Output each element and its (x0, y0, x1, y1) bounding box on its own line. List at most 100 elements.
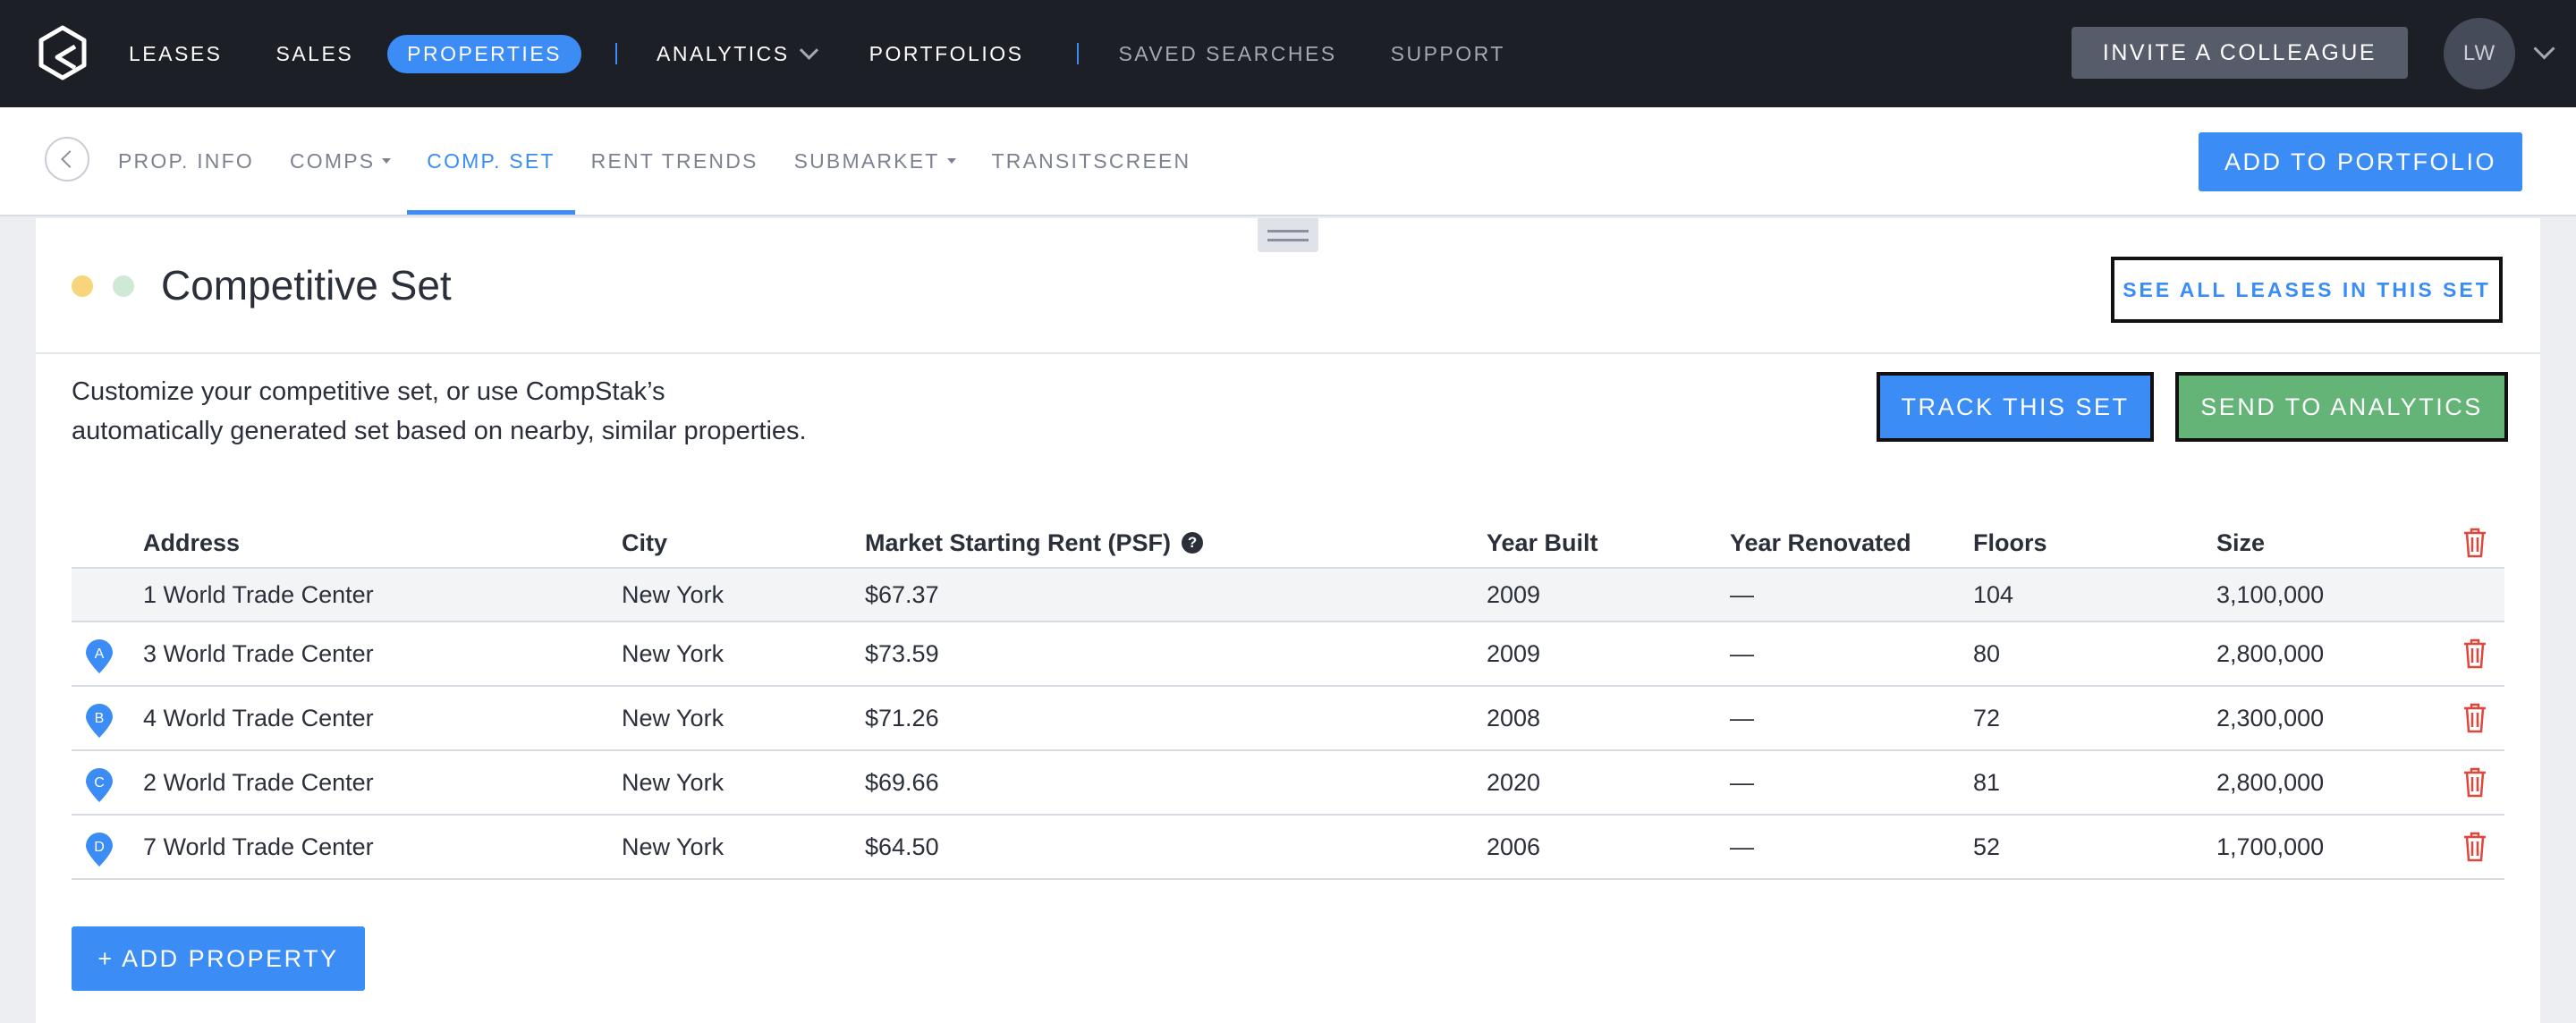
pin-letter: B (95, 711, 105, 726)
cell-year-renovated: — (1730, 580, 1754, 608)
map-pin-icon: C (86, 768, 113, 802)
back-button[interactable] (45, 137, 89, 182)
cell-year-renovated: — (1730, 833, 1754, 860)
cell-city: New York (622, 833, 724, 860)
cell-year-built: 2009 (1487, 580, 1541, 608)
add-to-portfolio-button[interactable]: ADD TO PORTFOLIO (2199, 132, 2522, 191)
delete-row-icon[interactable] (2462, 622, 2488, 685)
tab-comp-set[interactable]: COMP. SET (407, 107, 576, 215)
table-row[interactable]: D 7 World Trade Center New York $64.50 2… (72, 816, 2504, 880)
nav-sales[interactable]: SALES (276, 42, 354, 66)
chevron-down-icon[interactable] (2533, 38, 2555, 60)
column-header-city[interactable]: City (622, 519, 667, 567)
column-header-floors[interactable]: Floors (1973, 519, 2047, 567)
cell-rent: $69.66 (865, 768, 939, 796)
cell-address[interactable]: 4 World Trade Center (143, 687, 374, 749)
invite-colleague-button[interactable]: INVITE A COLLEAGUE (2072, 27, 2408, 79)
tab-prop-info[interactable]: PROP. INFO (118, 107, 254, 215)
table-row-subject[interactable]: 1 World Trade Center New York $67.37 200… (72, 569, 2504, 622)
nav-properties[interactable]: PROPERTIES (387, 34, 581, 73)
window-dots (72, 275, 134, 297)
track-set-button[interactable]: TRACK THIS SET (1877, 372, 2154, 442)
cell-rent: $67.37 (865, 580, 939, 608)
see-all-leases-button[interactable]: SEE ALL LEASES IN THIS SET (2111, 257, 2503, 323)
cell-size: 2,300,000 (2216, 704, 2325, 731)
help-icon[interactable]: ? (1182, 532, 1204, 554)
avatar[interactable]: LW (2444, 18, 2515, 89)
top-navbar: LEASES SALES PROPERTIES ANALYTICS PORTFO… (0, 0, 2576, 107)
nav-saved-searches[interactable]: SAVED SEARCHES (1118, 42, 1336, 66)
table-row[interactable]: B 4 World Trade Center New York $71.26 2… (72, 687, 2504, 751)
nav-portfolios[interactable]: PORTFOLIOS (869, 42, 1024, 66)
chevron-left-icon (61, 150, 79, 168)
tab-transitscreen[interactable]: TRANSITSCREEN (992, 107, 1191, 215)
cell-floors: 80 (1973, 639, 2001, 667)
delete-row-icon[interactable] (2462, 751, 2488, 814)
delete-row-icon[interactable] (2462, 687, 2488, 749)
cell-address[interactable]: 2 World Trade Center (143, 751, 374, 814)
tab-submarket[interactable]: SUBMARKET (794, 107, 956, 215)
cell-city: New York (622, 704, 724, 731)
cell-rent: $64.50 (865, 833, 939, 860)
cell-year-built: 2020 (1487, 768, 1541, 796)
description-line: Customize your competitive set, or use C… (72, 377, 665, 406)
cell-address[interactable]: 1 World Trade Center (143, 569, 374, 621)
nav-analytics-label: ANALYTICS (657, 41, 790, 65)
delete-all-icon[interactable] (2462, 519, 2488, 567)
column-header-size[interactable]: Size (2216, 519, 2265, 567)
table-row[interactable]: A 3 World Trade Center New York $73.59 2… (72, 622, 2504, 687)
cell-rent: $73.59 (865, 639, 939, 667)
cell-floors: 81 (1973, 768, 2001, 796)
table-header: Address City Market Starting Rent (PSF) … (72, 519, 2504, 569)
map-pin-icon: A (86, 639, 113, 673)
cell-size: 3,100,000 (2216, 580, 2325, 608)
drag-handle-icon[interactable] (1258, 218, 1318, 252)
caret-down-icon (382, 158, 392, 164)
cell-city: New York (622, 580, 724, 608)
comp-set-table: Address City Market Starting Rent (PSF) … (72, 519, 2504, 880)
map-pin-icon: D (86, 833, 113, 867)
column-header-year-renovated[interactable]: Year Renovated (1730, 519, 1911, 567)
cell-year-renovated: — (1730, 704, 1754, 731)
caret-down-icon (946, 158, 956, 164)
cell-address[interactable]: 3 World Trade Center (143, 622, 374, 685)
cell-year-built: 2006 (1487, 833, 1541, 860)
nav-separator (1077, 43, 1080, 64)
page-title: Competitive Set (161, 262, 452, 309)
pin-letter: A (95, 647, 105, 662)
add-property-button[interactable]: + ADD PROPERTY (72, 926, 365, 991)
cell-size: 2,800,000 (2216, 768, 2325, 796)
tab-comps[interactable]: COMPS (290, 107, 392, 215)
cell-address[interactable]: 7 World Trade Center (143, 816, 374, 878)
column-header-year-built[interactable]: Year Built (1487, 519, 1598, 567)
nav-support[interactable]: SUPPORT (1391, 42, 1505, 66)
cell-city: New York (622, 639, 724, 667)
compstak-logo-icon[interactable] (36, 25, 89, 80)
nav-analytics[interactable]: ANALYTICS (657, 40, 818, 66)
chevron-down-icon (799, 40, 818, 60)
green-dot (113, 275, 134, 297)
cell-year-built: 2008 (1487, 704, 1541, 731)
pin-letter: D (94, 840, 105, 855)
divider (36, 352, 2540, 354)
cell-year-built: 2009 (1487, 639, 1541, 667)
column-header-rent-label: Market Starting Rent (PSF) (865, 528, 1172, 556)
column-header-rent[interactable]: Market Starting Rent (PSF) ? (865, 519, 1204, 567)
tab-rent-trends[interactable]: RENT TRENDS (591, 107, 758, 215)
cell-year-renovated: — (1730, 768, 1754, 796)
yellow-dot (72, 275, 93, 297)
table-row[interactable]: C 2 World Trade Center New York $69.66 2… (72, 751, 2504, 816)
send-to-analytics-button[interactable]: SEND TO ANALYTICS (2175, 372, 2508, 442)
cell-year-renovated: — (1730, 639, 1754, 667)
column-header-address[interactable]: Address (143, 519, 240, 567)
map-pin-icon: B (86, 704, 113, 738)
nav-leases[interactable]: LEASES (129, 42, 223, 66)
delete-row-icon[interactable] (2462, 816, 2488, 878)
cell-floors: 72 (1973, 704, 2001, 731)
nav-separator (615, 43, 617, 64)
cell-city: New York (622, 768, 724, 796)
property-tab-bar: PROP. INFO COMPS COMP. SET RENT TRENDS S… (0, 107, 2576, 216)
cell-floors: 104 (1973, 580, 2014, 608)
cell-size: 2,800,000 (2216, 639, 2325, 667)
description: Customize your competitive set, or use C… (72, 372, 966, 451)
